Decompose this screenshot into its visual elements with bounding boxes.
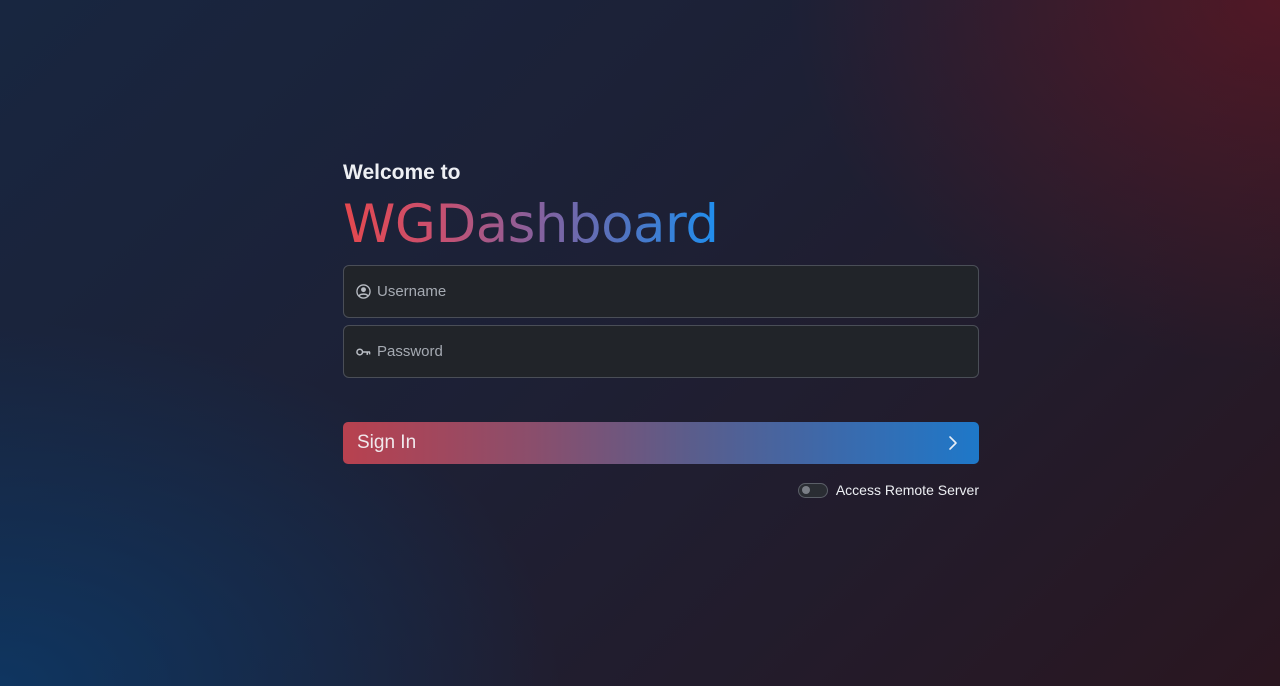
remote-server-row: Access Remote Server: [343, 481, 979, 499]
password-field[interactable]: [343, 325, 979, 378]
sign-in-label: Sign In: [357, 432, 417, 453]
password-input[interactable]: [377, 326, 978, 377]
remote-server-toggle[interactable]: [797, 482, 828, 498]
sign-in-button[interactable]: Sign In: [343, 422, 979, 464]
key-icon: [355, 344, 371, 360]
welcome-heading: Welcome to: [343, 161, 461, 184]
username-input[interactable]: [377, 266, 978, 317]
toggle-knob: [801, 486, 810, 494]
remote-server-label: Access Remote Server: [835, 482, 979, 498]
person-circle-icon: [355, 284, 371, 300]
chevron-right-icon: [943, 433, 963, 453]
brand-title: WGDashboard: [343, 194, 719, 260]
login-form: Welcome to WGDashboard Sign In: [343, 158, 979, 499]
username-field[interactable]: [343, 265, 979, 318]
